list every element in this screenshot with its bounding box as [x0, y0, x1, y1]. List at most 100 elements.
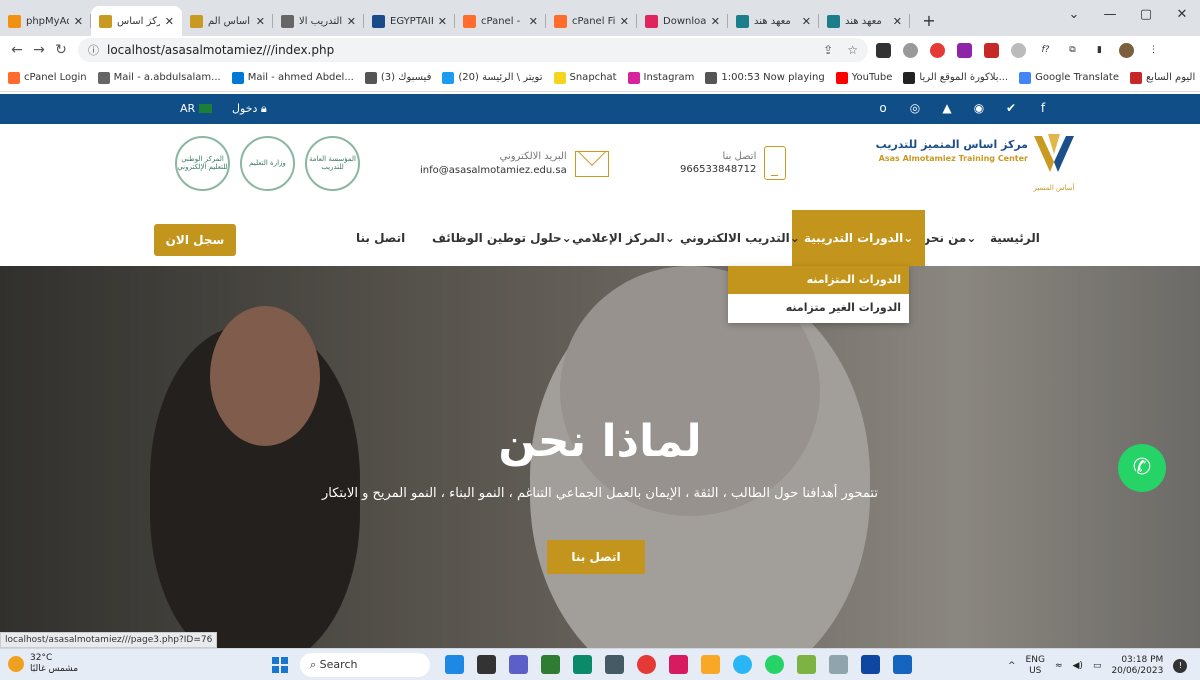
extension-4-icon[interactable] [957, 42, 972, 58]
app-13-icon[interactable] [829, 655, 848, 674]
register-button[interactable]: سجل الان [154, 224, 236, 256]
windows-start-icon[interactable] [272, 657, 288, 673]
minimize-button[interactable]: — [1092, 0, 1128, 30]
brand-name[interactable]: مركز اساس المتميز للتدريب Asas Almotamie… [868, 138, 1028, 163]
address-bar[interactable]: ⓘ localhost/asasalmotamiez///index.php ⇪… [78, 38, 868, 62]
site-logo[interactable]: أساس المتميز [1030, 132, 1078, 192]
extension-2-icon[interactable] [903, 42, 918, 58]
tab-close-icon[interactable]: ✕ [529, 15, 538, 28]
browser-tab[interactable]: EGYPTAIR ✕ [364, 6, 455, 36]
share-icon[interactable]: ⇪ [823, 43, 833, 57]
browser-tab[interactable]: التدريب الا ✕ [273, 6, 364, 36]
bookmark-item[interactable]: cPanel Login [8, 71, 87, 84]
whatsapp-icon[interactable]: ✆ [1118, 444, 1166, 492]
taskbar-search[interactable]: ⌕ Search [300, 653, 430, 677]
tab-close-icon[interactable]: ✕ [256, 15, 265, 28]
tab-close-icon[interactable]: ✕ [620, 15, 629, 28]
edge-app-icon[interactable] [573, 655, 592, 674]
twitter-icon[interactable]: ✔ [1004, 101, 1018, 115]
bookmark-item[interactable]: YouTube [835, 71, 892, 84]
hero-contact-button[interactable]: اتصل بنا [547, 540, 645, 574]
bing-app-icon[interactable] [445, 655, 464, 674]
bookmark-item[interactable]: (3) فيسبوك [364, 71, 431, 84]
extension-6-icon[interactable] [1011, 42, 1026, 58]
forward-icon[interactable]: → [28, 42, 50, 58]
bookmark-item[interactable]: Mail - ahmed Abdel... [231, 71, 354, 84]
tab-close-icon[interactable]: ✕ [802, 15, 811, 28]
tab-close-icon[interactable]: ✕ [74, 15, 83, 28]
bookmark-item[interactable]: اليوم السابع [1129, 71, 1195, 84]
tab-close-icon[interactable]: ✕ [165, 15, 174, 28]
telegram-app-icon[interactable] [733, 655, 752, 674]
tab-close-icon[interactable]: ✕ [893, 15, 902, 28]
browser-tab[interactable]: معهد هند ✕ [819, 6, 910, 36]
extension-3-icon[interactable] [930, 42, 945, 58]
facebook-icon[interactable]: f [1036, 101, 1050, 115]
tab-close-icon[interactable]: ✕ [347, 15, 356, 28]
close-window-button[interactable]: ✕ [1164, 0, 1200, 30]
restore-button[interactable]: ▢ [1128, 0, 1164, 30]
phone-value[interactable]: 966533848712 [680, 163, 756, 177]
bookmark-item[interactable]: Instagram [627, 71, 694, 84]
extension-1-icon[interactable] [876, 42, 891, 58]
menu-media[interactable]: المركز الإعلامي⌄ [572, 210, 675, 266]
volume-icon[interactable]: ◀) [1073, 661, 1083, 671]
battery-icon[interactable]: ▭ [1093, 661, 1102, 671]
word-app-icon[interactable] [893, 655, 912, 674]
browser-menu-icon[interactable]: ⋮ [1146, 43, 1161, 58]
browser-tab[interactable]: cPanel - N ✕ [455, 6, 546, 36]
menu-home[interactable]: الرئيسية [990, 210, 1040, 266]
photoshop-app-icon[interactable] [861, 655, 880, 674]
app-6-icon[interactable] [605, 655, 624, 674]
menu-contact[interactable]: اتصل بنا [356, 210, 405, 266]
bookmark-item[interactable]: Mail - a.abdulsalam... [97, 71, 221, 84]
bookmark-item[interactable]: 1:00:53 Now playing [705, 71, 825, 84]
clock[interactable]: 03:18 PM 20/06/2023 [1111, 655, 1163, 677]
email-value[interactable]: info@asasalmotamiez.edu.sa [420, 164, 567, 178]
menu-courses[interactable]: الدورات التدريبية⌄ [792, 210, 926, 266]
login-link[interactable]: دخول 🔒︎ [232, 102, 267, 116]
sidebar-icon[interactable]: ▮ [1092, 43, 1107, 58]
youtube-icon[interactable]: ▲ [940, 101, 954, 115]
tab-close-icon[interactable]: ✕ [438, 15, 447, 28]
browser-tab[interactable]: معهد هند ✕ [728, 6, 819, 36]
instagram-icon[interactable]: ◎ [908, 101, 922, 115]
back-icon[interactable]: ← [6, 42, 28, 58]
site-info-icon[interactable]: ⓘ [88, 42, 99, 58]
bookmark-item[interactable]: Google Translate [1019, 71, 1119, 84]
app-4-icon[interactable] [541, 655, 560, 674]
file-explorer-icon[interactable] [701, 655, 720, 674]
teams-app-icon[interactable] [509, 655, 528, 674]
browser-tab[interactable]: Download ✕ [637, 6, 728, 36]
opera-icon[interactable]: o [876, 101, 890, 115]
tab-search-icon[interactable]: ⌄ [1056, 0, 1092, 30]
wifi-icon[interactable]: ≈ [1055, 661, 1063, 671]
app-8-icon[interactable] [669, 655, 688, 674]
bookmark-item[interactable]: (20) تويتر \ الرئيسة [442, 71, 543, 84]
dropdown-sync-courses[interactable]: الدورات المتزامنه [728, 266, 909, 294]
formula-icon[interactable]: f? [1038, 43, 1053, 58]
chrome-app-icon[interactable] [637, 655, 656, 674]
bookmark-item[interactable]: بلاكورة الموقع الريا... [903, 71, 1008, 84]
notification-icon[interactable]: ! [1173, 658, 1188, 673]
tray-chevron-icon[interactable]: ^ [1008, 661, 1016, 671]
profile-avatar[interactable] [1119, 42, 1134, 58]
weather-widget[interactable]: 32°C مشمس غالبًا [8, 653, 78, 675]
language-switch[interactable]: AR [180, 102, 213, 115]
whatsapp-app-icon[interactable] [765, 655, 784, 674]
reload-icon[interactable]: ↻ [50, 42, 72, 58]
menu-about[interactable]: من نحن⌄ [920, 210, 976, 266]
browser-tab[interactable]: أساس الم ✕ [182, 6, 273, 36]
task-view-icon[interactable] [477, 655, 496, 674]
menu-elearning[interactable]: التدريب الالكتروني⌄ [680, 210, 800, 266]
browser-tab[interactable]: phpMyAd ✕ [0, 6, 91, 36]
bookmark-star-icon[interactable]: ☆ [847, 43, 858, 57]
new-tab-button[interactable]: + [916, 7, 942, 33]
browser-tab[interactable]: cPanel File ✕ [546, 6, 637, 36]
whatsapp-social-icon[interactable]: ◉ [972, 101, 986, 115]
notepad-app-icon[interactable] [797, 655, 816, 674]
dropdown-async-courses[interactable]: الدورات الغير متزامنه [728, 294, 909, 322]
tab-close-icon[interactable]: ✕ [711, 15, 720, 28]
extensions-puzzle-icon[interactable]: ⧉ [1065, 43, 1080, 58]
bookmark-item[interactable]: Snapchat [553, 71, 617, 84]
